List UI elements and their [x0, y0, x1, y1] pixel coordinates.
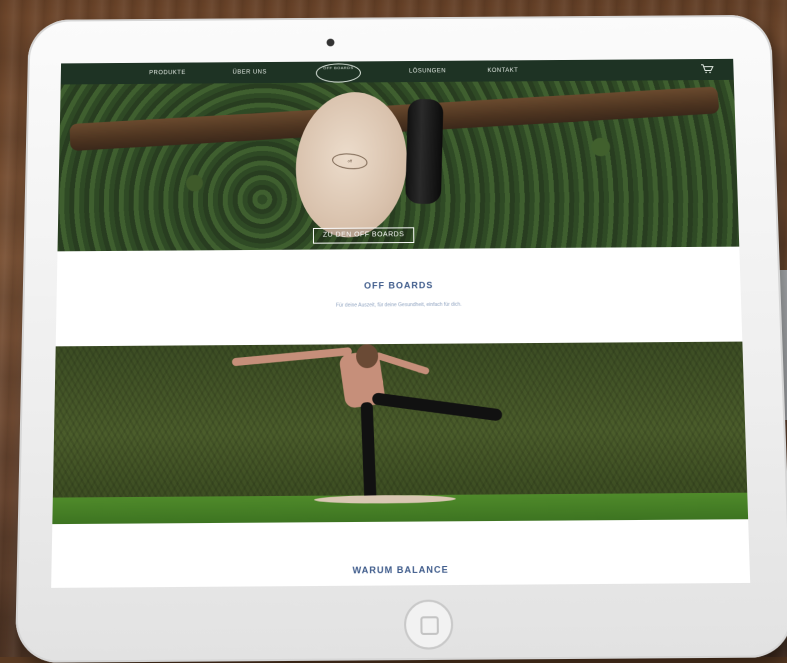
- nav-item-kontakt[interactable]: KONTAKT: [487, 68, 518, 74]
- section-title-off-boards: OFF BOARDS: [364, 280, 434, 291]
- warum-balance-section: WARUM BALANCE: [51, 519, 751, 588]
- section-subtitle: Für deine Auszeit, für deine Gesundheit,…: [335, 301, 462, 309]
- person-standing-leg: [360, 402, 377, 502]
- person-arm-right: [374, 351, 431, 376]
- camera-icon: [326, 38, 335, 47]
- logo-text: OFF BOARDS: [323, 65, 354, 71]
- person-head: [356, 344, 379, 369]
- foam-roller-image: [405, 98, 444, 205]
- nav-item-ueber-uns[interactable]: ÜBER UNS: [232, 70, 266, 76]
- zu-den-off-boards-button[interactable]: ZU DEN OFF BOARDS: [312, 227, 415, 244]
- person-raised-leg: [371, 392, 503, 422]
- site-logo[interactable]: OFF BOARDS: [315, 63, 362, 83]
- person-arm-left: [231, 347, 353, 367]
- nav-item-loesungen[interactable]: LÖSUNGEN: [409, 68, 446, 74]
- cart-icon[interactable]: [700, 64, 714, 74]
- home-button-icon[interactable]: [403, 599, 454, 650]
- off-boards-section: OFF BOARDS Für deine Auszeit, für deine …: [55, 246, 743, 347]
- board-logo: off: [331, 151, 369, 171]
- tablet-device: PRODUKTE ÜBER UNS OFF BOARDS LÖSUNGEN KO…: [14, 14, 787, 663]
- nav-item-produkte[interactable]: PRODUKTE: [149, 70, 186, 76]
- hero-image-section: off ZU DEN OFF BOARDS: [57, 79, 740, 252]
- balance-photo-section: [52, 341, 749, 525]
- section-title-warum-balance: WARUM BALANCE: [352, 564, 449, 576]
- website-screen: PRODUKTE ÜBER UNS OFF BOARDS LÖSUNGEN KO…: [51, 58, 751, 588]
- home-square-icon: [420, 616, 439, 636]
